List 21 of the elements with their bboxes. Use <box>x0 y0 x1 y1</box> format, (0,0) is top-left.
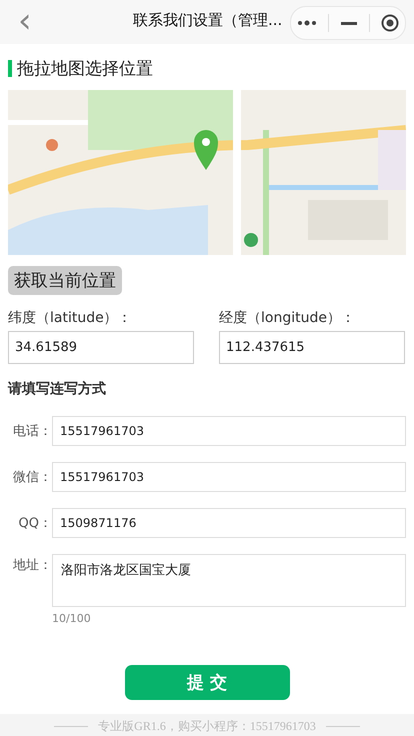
address-field[interactable]: 洛阳市洛龙区国宝大厦 <box>52 554 406 607</box>
input-field[interactable]: 1509871176 <box>52 508 406 538</box>
footer-text: 专业版GR1.6，购买小程序：15517961703 <box>98 718 316 733</box>
field-label: QQ： <box>18 515 52 532</box>
more-icon[interactable] <box>296 18 317 28</box>
section-title: 拖拉地图选择位置 <box>17 58 153 80</box>
input-field[interactable]: 15517961703 <box>52 462 406 492</box>
character-counter: 10/100 <box>52 612 92 625</box>
locate-button[interactable]: 获取当前位置 <box>8 266 122 295</box>
section-heading: 请填写连写方式 <box>8 380 107 399</box>
field-label: 微信： <box>12 469 52 486</box>
field-label: 经度（longitude）： <box>219 309 356 327</box>
close-icon[interactable] <box>381 14 400 32</box>
field-label: 地址： <box>12 557 52 574</box>
field-label: 电话： <box>12 423 52 440</box>
field-label: 纬度（latitude）： <box>8 309 133 327</box>
input-field[interactable]: 15517961703 <box>52 416 406 446</box>
minimize-icon[interactable] <box>340 22 357 24</box>
page-title: 联系我们设置（管理... <box>133 11 282 30</box>
coordinate-field[interactable]: 34.61589 <box>8 331 194 364</box>
coordinate-field[interactable]: 112.437615 <box>219 331 405 364</box>
